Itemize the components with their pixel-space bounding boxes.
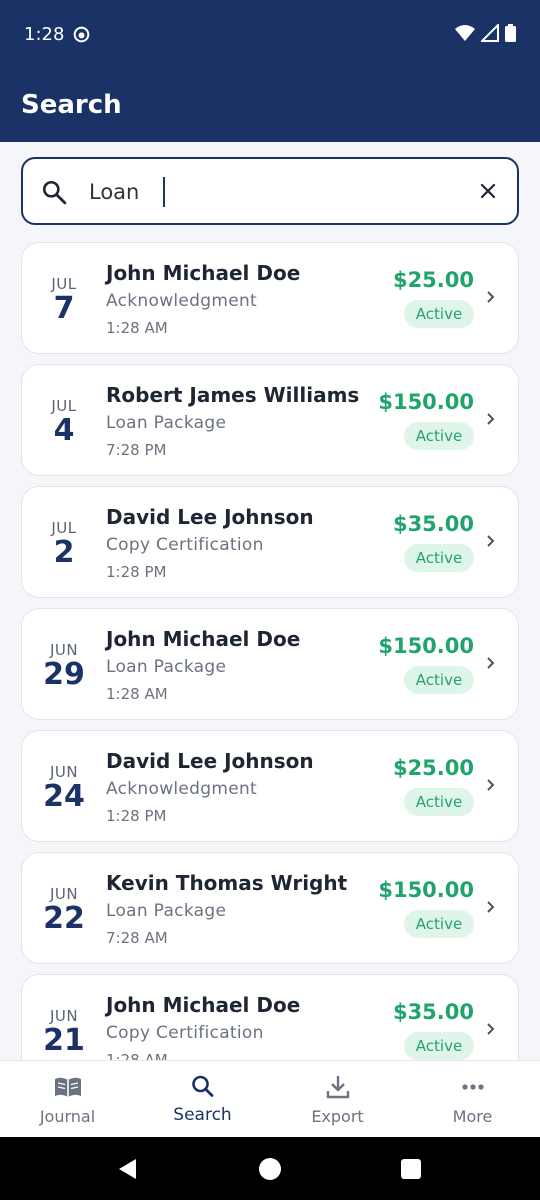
entry-time: 1:28 AM <box>106 319 168 337</box>
entry-time: 7:28 PM <box>106 441 167 459</box>
app-bar: Search <box>0 70 540 142</box>
book-icon <box>55 1077 81 1097</box>
text-caret <box>163 177 165 207</box>
entry-amount: $35.00 <box>392 1000 474 1024</box>
search-input[interactable] <box>89 173 459 211</box>
nav-label: More <box>452 1107 493 1126</box>
status-badge: Active <box>404 544 474 572</box>
chevron-right-icon <box>487 291 495 303</box>
signer-name: David Lee Johnson <box>106 505 314 529</box>
app-notification-icon <box>73 26 90 43</box>
nav-label: Journal <box>39 1107 96 1126</box>
entry-amount: $35.00 <box>392 512 474 536</box>
entry-day: 2 <box>53 535 75 570</box>
journal-entry-card[interactable]: JUN 22 Kevin Thomas Wright Loan Package … <box>21 852 519 964</box>
system-navigation-bar <box>0 1137 540 1200</box>
results-list[interactable]: JUL 7 John Michael Doe Acknowledgment 1:… <box>0 240 540 1060</box>
nav-item-export[interactable]: Export <box>270 1061 405 1138</box>
service-type: Loan Package <box>106 413 227 433</box>
signer-name: John Michael Doe <box>106 627 301 651</box>
journal-entry-card[interactable]: JUL 7 John Michael Doe Acknowledgment 1:… <box>21 242 519 354</box>
home-icon[interactable] <box>258 1157 282 1181</box>
recents-icon[interactable] <box>400 1158 422 1180</box>
status-time: 1:28 <box>24 24 65 45</box>
chevron-right-icon <box>487 413 495 425</box>
search-icon <box>192 1075 214 1097</box>
search-icon <box>42 180 67 205</box>
bottom-navigation: Journal Search Export More <box>0 1060 540 1137</box>
entry-day: 7 <box>53 291 75 326</box>
nav-item-journal[interactable]: Journal <box>0 1061 135 1138</box>
entry-time: 1:28 AM <box>106 685 168 703</box>
entry-time: 1:28 AM <box>106 1051 168 1060</box>
entry-time: 7:28 AM <box>106 929 168 947</box>
search-field[interactable] <box>21 157 519 225</box>
journal-entry-card[interactable]: JUN 29 John Michael Doe Loan Package 1:2… <box>21 608 519 720</box>
entry-time: 1:28 PM <box>106 807 167 825</box>
status-badge: Active <box>404 422 474 450</box>
nav-label: Search <box>173 1105 232 1125</box>
service-type: Loan Package <box>106 901 227 921</box>
status-badge: Active <box>404 788 474 816</box>
entry-day: 29 <box>43 657 85 692</box>
service-type: Copy Certification <box>106 535 264 555</box>
entry-amount: $150.00 <box>378 634 474 658</box>
chevron-right-icon <box>487 1023 495 1035</box>
nav-item-search[interactable]: Search <box>135 1061 270 1138</box>
entry-day: 24 <box>43 779 85 814</box>
status-badge: Active <box>404 666 474 694</box>
chevron-right-icon <box>487 657 495 669</box>
chevron-right-icon <box>487 779 495 791</box>
wifi-icon <box>455 25 475 41</box>
chevron-right-icon <box>487 901 495 913</box>
service-type: Loan Package <box>106 657 227 677</box>
entry-time: 1:28 PM <box>106 563 167 581</box>
signer-name: John Michael Doe <box>106 261 301 285</box>
status-badge: Active <box>404 300 474 328</box>
entry-amount: $25.00 <box>392 756 474 780</box>
status-badge: Active <box>404 1032 474 1060</box>
journal-entry-card[interactable]: JUN 21 John Michael Doe Copy Certificati… <box>21 974 519 1060</box>
battery-icon <box>505 24 516 42</box>
back-icon[interactable] <box>116 1157 140 1181</box>
entry-day: 4 <box>53 413 75 448</box>
journal-entry-card[interactable]: JUL 2 David Lee Johnson Copy Certificati… <box>21 486 519 598</box>
page-title: Search <box>21 90 122 120</box>
status-bar: 1:28 <box>0 0 540 70</box>
entry-amount: $150.00 <box>378 878 474 902</box>
entry-day: 21 <box>43 1023 85 1058</box>
signer-name: David Lee Johnson <box>106 749 314 773</box>
entry-amount: $25.00 <box>392 268 474 292</box>
signer-name: Kevin Thomas Wright <box>106 871 348 895</box>
status-icons <box>455 24 516 42</box>
entry-amount: $150.00 <box>378 390 474 414</box>
nav-label: Export <box>311 1107 364 1126</box>
service-type: Acknowledgment <box>106 779 258 799</box>
signer-name: John Michael Doe <box>106 993 301 1017</box>
service-type: Acknowledgment <box>106 291 258 311</box>
service-type: Copy Certification <box>106 1023 264 1043</box>
nav-item-more[interactable]: More <box>405 1061 540 1138</box>
more-dots-icon <box>462 1084 484 1090</box>
status-badge: Active <box>404 910 474 938</box>
chevron-right-icon <box>487 535 495 547</box>
close-icon[interactable] <box>477 180 499 202</box>
journal-entry-card[interactable]: JUL 4 Robert James Williams Loan Package… <box>21 364 519 476</box>
entry-day: 22 <box>43 901 85 936</box>
cellular-signal-icon <box>481 24 499 42</box>
signer-name: Robert James Williams <box>106 383 360 407</box>
journal-entry-card[interactable]: JUN 24 David Lee Johnson Acknowledgment … <box>21 730 519 842</box>
download-icon <box>326 1076 350 1099</box>
